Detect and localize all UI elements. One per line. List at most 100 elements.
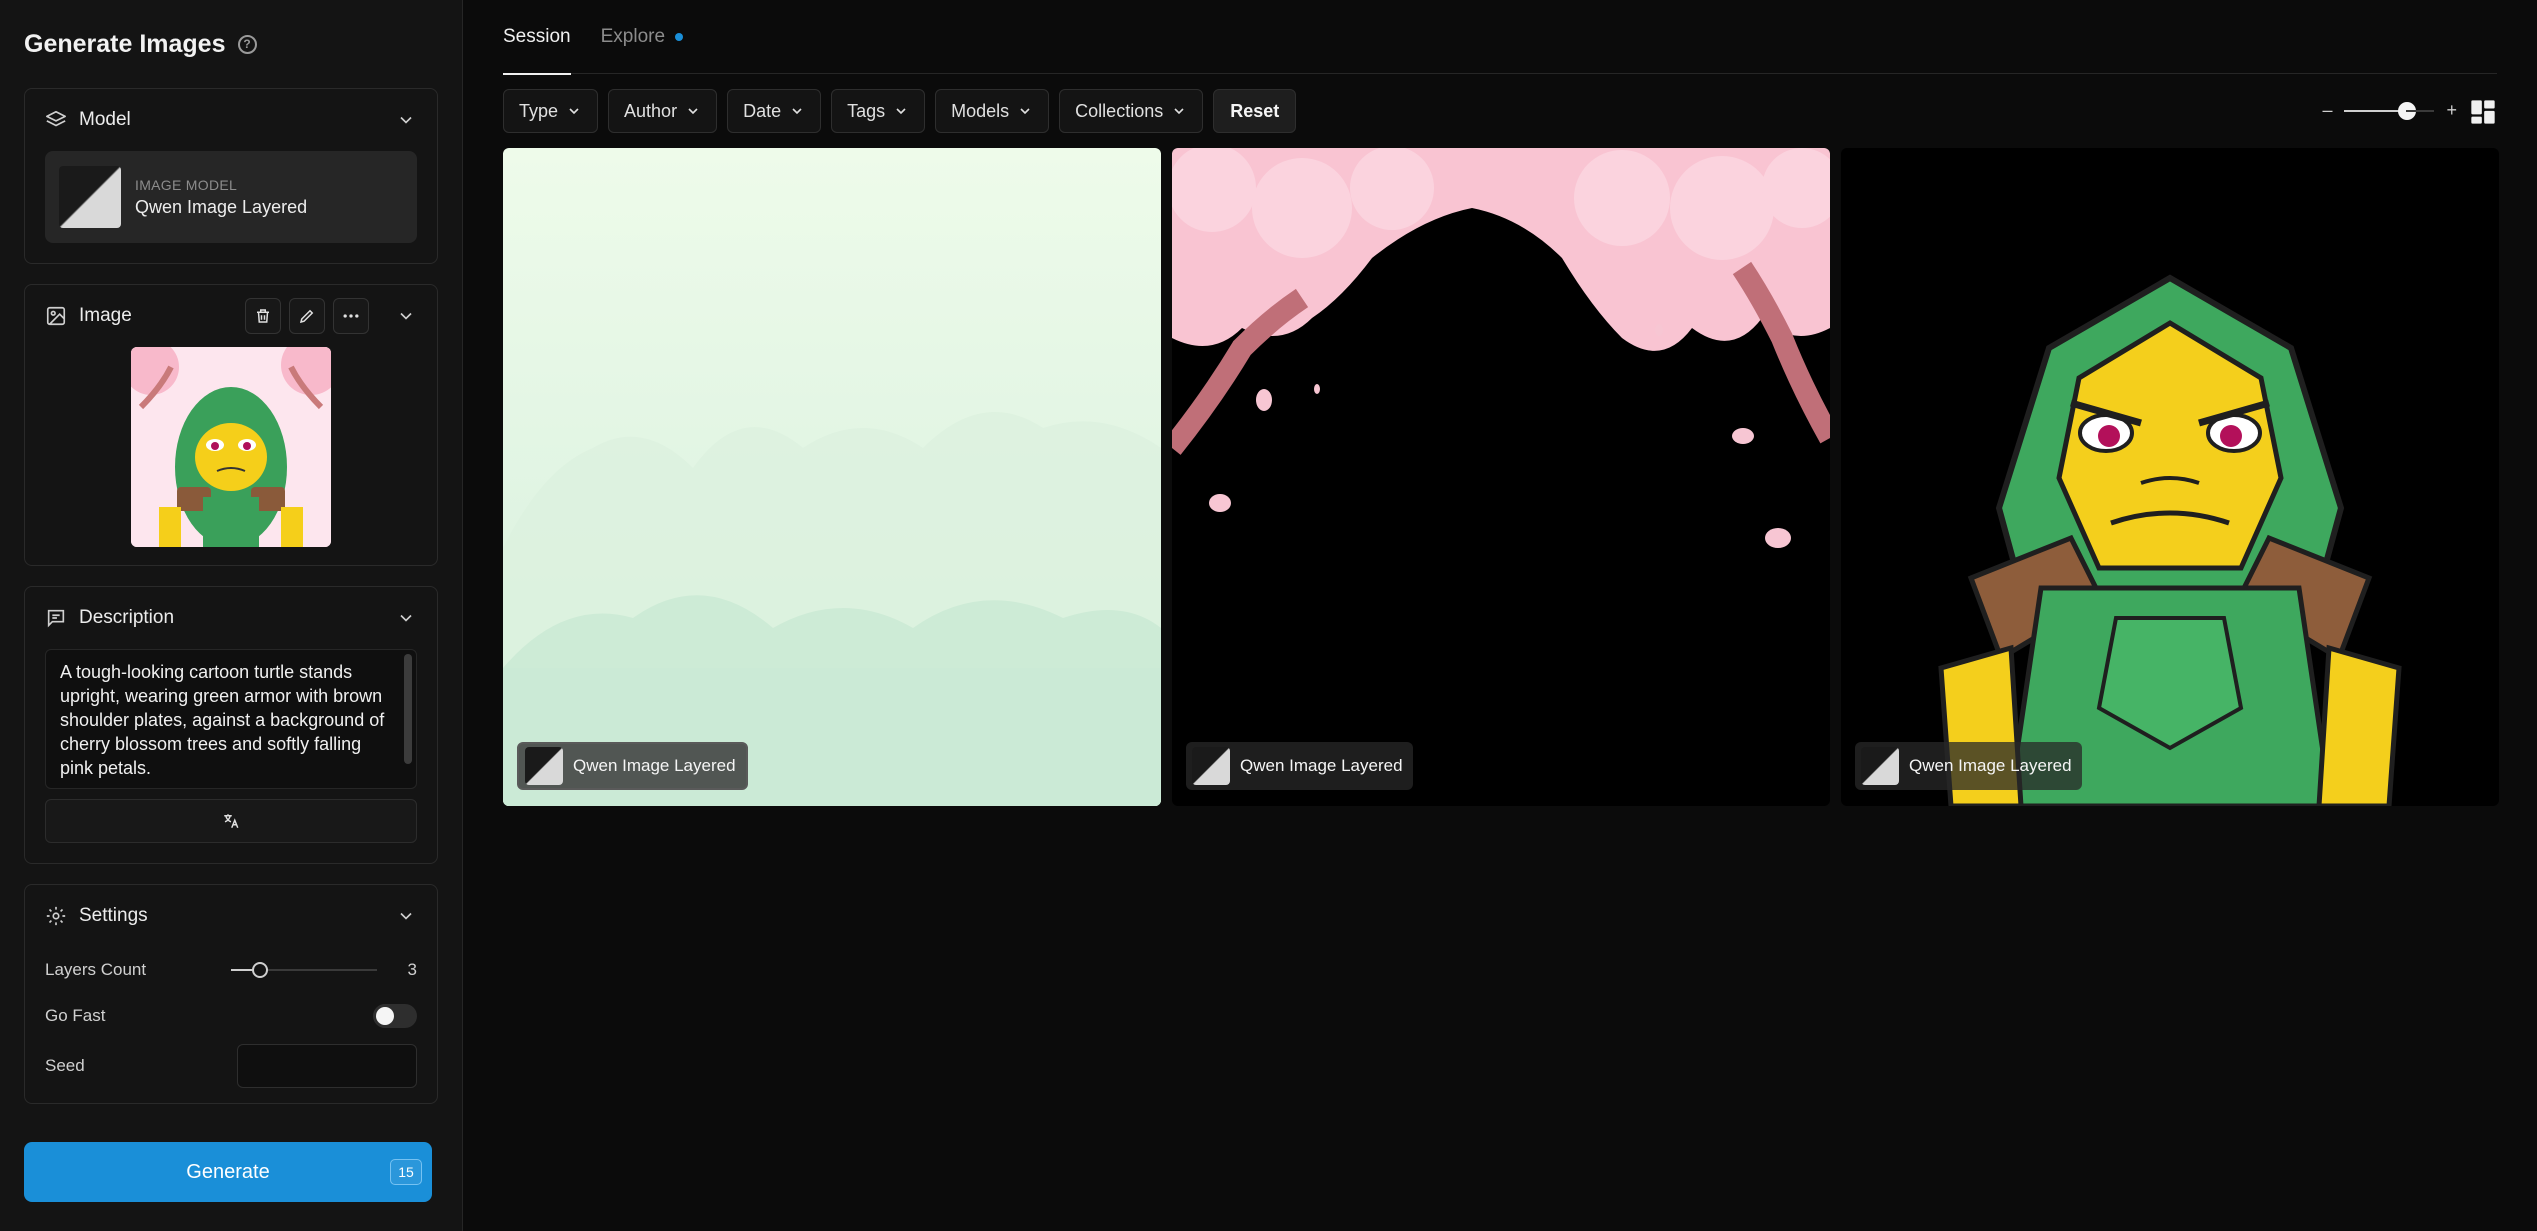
model-card-name: Qwen Image Layered [135, 196, 308, 217]
image-panel: Image [24, 284, 438, 566]
filter-models[interactable]: Models [935, 89, 1050, 133]
model-card-label: IMAGE MODEL [135, 176, 238, 193]
model-tag[interactable]: Qwen Image Layered [1186, 742, 1413, 790]
translate-button[interactable] [45, 799, 417, 843]
pencil-icon [299, 309, 314, 324]
generate-label: Generate [186, 1160, 270, 1183]
ellipsis-icon [343, 314, 359, 318]
zoom-in-button[interactable]: + [2446, 100, 2457, 121]
tab-session[interactable]: Session [503, 0, 571, 75]
go-fast-label: Go Fast [45, 1006, 106, 1025]
credit-cost-badge: 15 [390, 1159, 422, 1185]
model-thumbnail [525, 747, 563, 785]
more-options-button[interactable] [333, 298, 369, 334]
settings-panel: Settings Layers Count 3 Go Fast Seed [24, 884, 438, 1104]
go-fast-row: Go Fast [45, 993, 417, 1039]
seed-label: Seed [45, 1056, 85, 1075]
sidebar-title: Generate Images [24, 29, 226, 58]
reset-filters-button[interactable]: Reset [1213, 89, 1297, 133]
layers-count-label: Layers Count [45, 960, 147, 979]
image-icon [45, 305, 67, 327]
result-card[interactable]: Qwen Image Layered [503, 148, 1161, 806]
filter-type-label: Type [519, 100, 559, 121]
translate-icon [224, 814, 239, 829]
chevron-down-icon [688, 108, 698, 115]
filter-models-label: Models [951, 100, 1010, 121]
description-panel: Description A tough-looking cartoon turt… [24, 586, 438, 864]
chevron-down-icon[interactable] [395, 607, 417, 629]
layer-cherry-blossom-image [1172, 148, 1830, 806]
model-selector[interactable]: IMAGE MODEL Qwen Image Layered [45, 151, 417, 243]
image-actions [245, 298, 369, 334]
filter-collections[interactable]: Collections [1059, 89, 1204, 133]
chevron-down-icon [1020, 108, 1030, 115]
chevron-down-icon [792, 108, 802, 115]
result-card[interactable]: Qwen Image Layered [1841, 148, 2499, 806]
result-card[interactable]: Qwen Image Layered [1172, 148, 1830, 806]
model-tag-label: Qwen Image Layered [1909, 756, 2072, 775]
description-textarea[interactable]: A tough-looking cartoon turtle stands up… [45, 649, 417, 789]
layer-background-image [503, 148, 1161, 806]
chevron-down-icon[interactable] [395, 305, 417, 327]
layers-icon [45, 109, 67, 131]
layers-count-row: Layers Count 3 [45, 947, 417, 993]
filter-author-label: Author [624, 100, 678, 121]
chevron-down-icon[interactable] [395, 905, 417, 927]
settings-panel-title: Settings [79, 905, 148, 926]
main-area: Session Explore Type Author Date Tags Mo… [463, 0, 2537, 1231]
slider-handle[interactable] [252, 962, 269, 978]
filter-tags-label: Tags [847, 100, 886, 121]
filter-toolbar: Type Author Date Tags Models Collections [503, 74, 2537, 148]
tab-explore-label: Explore [600, 25, 666, 47]
model-thumbnail [1861, 747, 1899, 785]
seed-input[interactable] [237, 1044, 417, 1088]
chevron-down-icon [1174, 108, 1184, 115]
edit-image-button[interactable] [289, 298, 325, 334]
zoom-slider[interactable] [2344, 101, 2435, 120]
delete-image-button[interactable] [245, 298, 281, 334]
help-icon[interactable]: ? [237, 34, 257, 54]
image-panel-title: Image [79, 305, 132, 326]
go-fast-toggle[interactable] [373, 1004, 417, 1028]
results-grid: Qwen Image Layered Qwen Image Layered Qw… [503, 148, 2537, 806]
trash-icon [257, 309, 269, 323]
tab-session-label: Session [503, 25, 571, 47]
gear-icon [45, 905, 67, 927]
new-indicator-dot [675, 32, 684, 41]
image-panel-header: Image [45, 285, 417, 347]
model-thumbnail [59, 166, 121, 228]
zoom-out-button[interactable]: – [2322, 100, 2332, 121]
filter-tags[interactable]: Tags [831, 89, 926, 133]
app-root: Generate Images ? Model IMAGE MODEL Qwen… [0, 0, 2537, 1231]
filter-collections-label: Collections [1075, 100, 1164, 121]
model-tag-label: Qwen Image Layered [1240, 756, 1403, 775]
description-text: A tough-looking cartoon turtle stands up… [60, 662, 385, 778]
layers-count-slider[interactable] [231, 960, 377, 980]
filter-type[interactable]: Type [503, 89, 599, 133]
sidebar: Generate Images ? Model IMAGE MODEL Qwen… [0, 0, 463, 1231]
filter-date[interactable]: Date [727, 89, 822, 133]
model-panel-title: Model [79, 109, 131, 130]
generate-button[interactable]: Generate 15 [24, 1142, 432, 1202]
zoom-slider-handle[interactable] [2398, 101, 2417, 120]
chevron-down-icon [896, 108, 906, 115]
model-tag[interactable]: Qwen Image Layered [1855, 742, 2082, 790]
seed-row: Seed [45, 1039, 417, 1093]
model-panel-header[interactable]: Model [45, 89, 417, 151]
model-tag-label: Qwen Image Layered [573, 756, 736, 775]
model-thumbnail [1192, 747, 1230, 785]
chevron-down-icon[interactable] [395, 109, 417, 131]
description-scrollbar[interactable] [404, 654, 412, 764]
description-panel-title: Description [79, 607, 175, 628]
input-image-thumbnail[interactable] [131, 347, 331, 547]
description-panel-header[interactable]: Description [45, 587, 417, 649]
tab-explore[interactable]: Explore [600, 0, 684, 74]
layers-count-value: 3 [407, 960, 417, 979]
message-square-icon [45, 607, 67, 629]
settings-panel-header[interactable]: Settings [45, 885, 417, 947]
layout-toggle-button[interactable] [2469, 98, 2497, 131]
model-tag[interactable]: Qwen Image Layered [517, 742, 748, 790]
filter-author[interactable]: Author [608, 89, 718, 133]
image-preview-wrap [45, 347, 417, 565]
model-panel: Model IMAGE MODEL Qwen Image Layered [24, 88, 438, 264]
